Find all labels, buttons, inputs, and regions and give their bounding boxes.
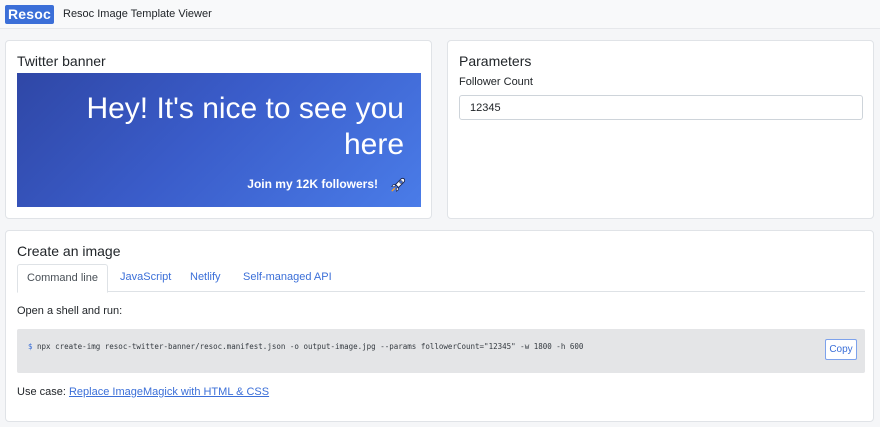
use-case-line: Use case: Replace ImageMagick with HTML … (17, 386, 269, 398)
command-line-text[interactable]: $ npx create-img resoc-twitter-banner/re… (28, 342, 583, 351)
parameters-title: Parameters (459, 53, 532, 69)
create-image-title: Create an image (17, 243, 121, 259)
command-code-block: $ npx create-img resoc-twitter-banner/re… (17, 329, 865, 373)
tab-netlify[interactable]: Netlify (190, 264, 221, 292)
rocket-icon (391, 177, 406, 192)
command-text: npx create-img resoc-twitter-banner/reso… (37, 342, 584, 351)
use-case-link[interactable]: Replace ImageMagick with HTML & CSS (69, 386, 269, 398)
tab-javascript[interactable]: JavaScript (120, 264, 171, 292)
app-title: Resoc Image Template Viewer (63, 8, 212, 20)
preview-title: Twitter banner (17, 53, 106, 69)
top-navbar: Resoc Resoc Image Template Viewer (0, 0, 880, 29)
banner-subline: Join my 12K followers! (247, 177, 378, 191)
preview-card: Twitter banner Hey! It's nice to see you… (5, 40, 432, 219)
twitter-banner-image: Hey! It's nice to see you here Join my 1… (17, 73, 421, 207)
instruction-text: Open a shell and run: (17, 305, 123, 317)
resoc-logo[interactable]: Resoc (5, 5, 55, 24)
follower-count-input[interactable] (459, 95, 863, 120)
create-image-card: Create an image Command line JavaScript … (5, 230, 874, 422)
tab-self-managed-api[interactable]: Self-managed API (243, 264, 332, 292)
use-case-prefix: Use case: (17, 386, 66, 398)
banner-headline: Hey! It's nice to see you here (86, 92, 404, 161)
follower-count-label: Follower Count (459, 76, 533, 88)
create-image-tabs: Command line JavaScript Netlify Self-man… (17, 264, 865, 293)
tab-command-line[interactable]: Command line (17, 264, 108, 293)
copy-button[interactable]: Copy (825, 339, 857, 360)
shell-prompt: $ (28, 342, 33, 351)
parameters-card: Parameters Follower Count (447, 40, 874, 219)
